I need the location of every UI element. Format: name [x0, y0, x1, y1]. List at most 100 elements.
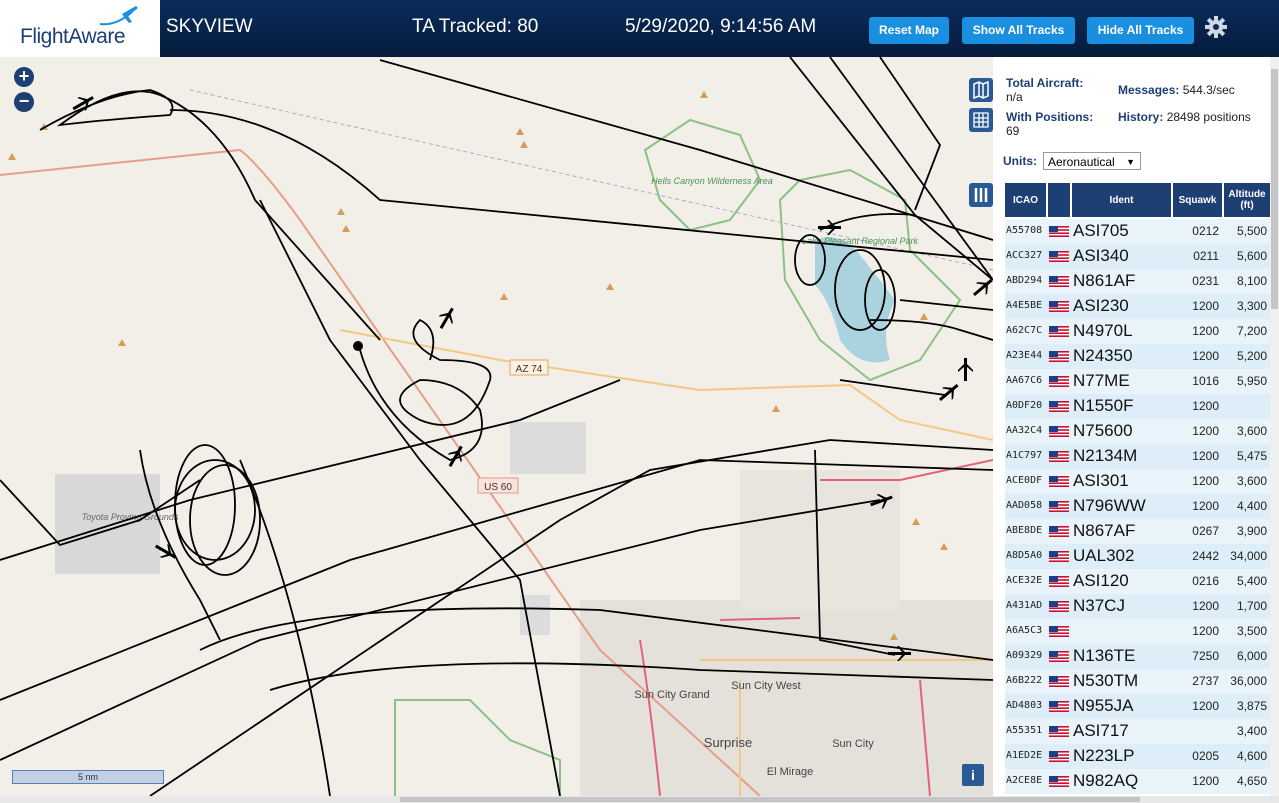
zoom-out-button[interactable]: −: [14, 92, 34, 112]
units-select[interactable]: Aeronautical ▼: [1043, 152, 1141, 170]
table-row[interactable]: A23E44 N24350 1200 5,200: [1005, 344, 1270, 369]
us-flag-icon: [1049, 776, 1069, 787]
altitude-cell: 5,400: [1236, 574, 1267, 588]
squawk-cell: 1200: [1192, 474, 1219, 488]
icao-cell: A1ED2E: [1006, 750, 1043, 761]
table-row[interactable]: A55351 ASI717 3,400: [1005, 719, 1270, 744]
us-flag-icon: [1049, 551, 1069, 562]
us-flag-icon: [1049, 751, 1069, 762]
history: History: 28498 positions: [1118, 110, 1251, 124]
table-row[interactable]: A1ED2E N223LP 0205 4,600: [1005, 744, 1270, 769]
table-row[interactable]: A6A5C3 1200 3,500: [1005, 619, 1270, 644]
map-base-layer: AZ 74 US 60 Hells Canyon Wilderness Area…: [0, 57, 993, 796]
vertical-scrollbar[interactable]: [1270, 57, 1279, 796]
altitude-cell: 4,600: [1236, 749, 1267, 763]
ident-cell: ASI340: [1073, 246, 1129, 265]
el-mirage-label: El Mirage: [767, 766, 813, 778]
squawk-cell: 0212: [1192, 224, 1219, 238]
columns-icon: [974, 188, 988, 202]
map-canvas[interactable]: AZ 74 US 60 Hells Canyon Wilderness Area…: [0, 57, 993, 796]
altitude-cell: 36,000: [1230, 674, 1267, 688]
icao-cell: A2CE8E: [1006, 775, 1043, 786]
hells-canyon-label: Hells Canyon Wilderness Area: [651, 176, 773, 186]
table-row[interactable]: ACE32E ASI120 0216 5,400: [1005, 569, 1270, 594]
ident-cell: N136TE: [1073, 646, 1136, 665]
ident-cell: N2134M: [1073, 446, 1138, 465]
table-row[interactable]: A6B222 N530TM 2737 36,000: [1005, 669, 1270, 694]
us-flag-icon: [1049, 376, 1069, 387]
table-row[interactable]: ABE8DE N867AF 0267 3,900: [1005, 519, 1270, 544]
aircraft-panel: Total Aircraft: n/a With Positions: 69 Mes…: [993, 57, 1279, 796]
us-flag-icon: [1049, 351, 1069, 362]
altitude-cell: 3,900: [1236, 524, 1267, 538]
table-row[interactable]: AAD058 N796WW 1200 4,400: [1005, 494, 1270, 519]
info-button[interactable]: i: [962, 764, 984, 786]
grid-button[interactable]: [969, 108, 993, 132]
table-row[interactable]: A1C797 N2134M 1200 5,475: [1005, 444, 1270, 469]
table-row[interactable]: A62C7C N4970L 1200 7,200: [1005, 319, 1270, 344]
table-row[interactable]: A2CE8E N982AQ 1200 4,650: [1005, 769, 1270, 794]
reset-map-button[interactable]: Reset Map: [869, 17, 949, 44]
az74-label: AZ 74: [516, 364, 543, 375]
map-layer-button[interactable]: [969, 78, 993, 102]
col-altitude[interactable]: Altitude (ft): [1224, 183, 1270, 217]
ident-cell: ASI717: [1073, 721, 1129, 740]
table-row[interactable]: A431AD N37CJ 1200 1,700: [1005, 594, 1270, 619]
squawk-cell: 0211: [1193, 249, 1219, 263]
col-flag[interactable]: [1048, 183, 1070, 217]
us-flag-icon: [1049, 226, 1069, 237]
datetime: 5/29/2020, 9:14:56 AM: [625, 16, 817, 37]
ident-cell: UAL302: [1073, 546, 1135, 565]
table-row[interactable]: ACC327 ASI340 0211 5,600: [1005, 244, 1270, 269]
show-all-tracks-button[interactable]: Show All Tracks: [962, 17, 1075, 44]
units-label: Units:: [1003, 154, 1037, 168]
toyota-label: Toyota Proving Grounds: [82, 512, 179, 522]
table-row[interactable]: A09329 N136TE 7250 6,000: [1005, 644, 1270, 669]
table-row[interactable]: ACE0DF ASI301 1200 3,600: [1005, 469, 1270, 494]
squawk-cell: 1016: [1192, 374, 1219, 388]
table-row[interactable]: A55708 ASI705 0212 5,500: [1005, 219, 1270, 244]
col-squawk[interactable]: Squawk: [1173, 183, 1222, 217]
columns-button[interactable]: [969, 183, 993, 207]
ident-cell: N77ME: [1073, 371, 1130, 390]
table-row[interactable]: AD4803 N955JA 1200 3,875: [1005, 694, 1270, 719]
altitude-cell: 5,500: [1236, 224, 1267, 238]
icao-cell: AD4803: [1006, 700, 1043, 711]
us-flag-icon: [1049, 426, 1069, 437]
table-row[interactable]: A4E5BE ASI230 1200 3,300: [1005, 294, 1270, 319]
table-row[interactable]: ABD294 N861AF 0231 8,100: [1005, 269, 1270, 294]
hide-all-tracks-button[interactable]: Hide All Tracks: [1087, 17, 1194, 44]
dropdown-arrow-icon: ▼: [1126, 157, 1135, 167]
us-flag-icon: [1049, 501, 1069, 512]
icao-cell: A6A5C3: [1006, 625, 1043, 636]
squawk-cell: 2737: [1192, 674, 1219, 688]
ident-cell: N796WW: [1073, 496, 1146, 515]
gear-icon[interactable]: [1204, 15, 1228, 39]
ident-cell: ASI230: [1073, 296, 1129, 315]
ident-cell: N867AF: [1073, 521, 1136, 540]
flightaware-logo[interactable]: FlightAware: [0, 0, 160, 57]
ident-cell: N75600: [1073, 421, 1133, 440]
squawk-cell: 1200: [1192, 624, 1219, 638]
col-ident[interactable]: Ident: [1072, 183, 1171, 217]
table-row[interactable]: A8D5A0 UAL302 2442 34,000: [1005, 544, 1270, 569]
ident-cell: N37CJ: [1073, 596, 1125, 615]
ident-cell: N1550F: [1073, 396, 1134, 415]
zoom-in-button[interactable]: +: [14, 67, 34, 87]
us-flag-icon: [1049, 576, 1069, 587]
altitude-cell: 3,300: [1236, 299, 1267, 313]
col-icao[interactable]: ICAO: [1005, 183, 1046, 217]
ident-cell: N530TM: [1073, 671, 1139, 690]
table-row[interactable]: AA32C4 N75600 1200 3,600: [1005, 419, 1270, 444]
icao-cell: A1C797: [1006, 450, 1043, 461]
table-row[interactable]: A0DF20 N1550F 1200: [1005, 394, 1270, 419]
table-row[interactable]: AA67C6 N77ME 1016 5,950: [1005, 369, 1270, 394]
altitude-cell: 5,600: [1236, 249, 1267, 263]
squawk-cell: 1200: [1192, 499, 1219, 513]
sun-city-label: Sun City: [832, 738, 874, 750]
ident-cell: N982AQ: [1073, 771, 1139, 790]
us-flag-icon: [1049, 401, 1069, 412]
icao-cell: A23E44: [1006, 350, 1043, 361]
ident-cell: N223LP: [1073, 746, 1135, 765]
horizontal-scrollbar[interactable]: [0, 796, 1279, 803]
